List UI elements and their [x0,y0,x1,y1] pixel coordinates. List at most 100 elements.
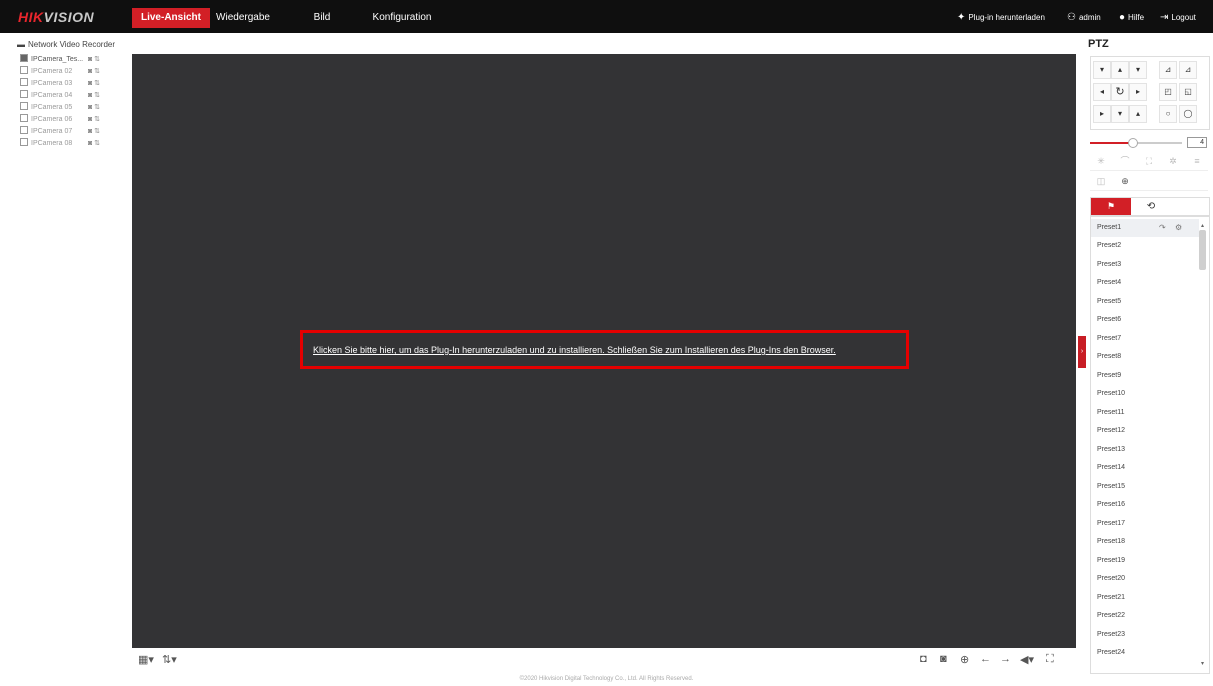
tab-playback[interactable]: Wiedergabe [212,8,274,28]
pan-up-left-button[interactable]: ▾ [1093,61,1111,79]
list-item[interactable]: Preset17 [1091,515,1199,533]
tab-live-view[interactable]: Live-Ansicht [132,8,210,28]
camera-record-icons[interactable]: ◙ ⇅ [88,126,100,138]
focus-near-icon[interactable]: ◰ [1159,83,1177,101]
manual-tracking-icon[interactable]: ◫ [1094,174,1108,188]
list-item[interactable]: Preset16 [1091,496,1199,514]
next-page-icon[interactable]: → [1000,653,1011,665]
list-item[interactable]: Preset20 [1091,570,1199,588]
pan-up-button[interactable]: ▴ [1111,61,1129,79]
auto-pan-icon[interactable]: ↻ [1111,83,1129,101]
focus-far-icon[interactable]: ◱ [1179,83,1197,101]
preset-scrollbar[interactable]: ▴ ▾ [1198,222,1207,670]
camera-record-icons[interactable]: ◙ ⇅ [88,54,100,66]
plugin-install-link[interactable]: Klicken Sie bitte hier, um das Plug-In h… [313,345,903,355]
pan-down-button[interactable]: ▾ [1111,105,1129,123]
zoom-in-icon[interactable]: ⊿ [1159,61,1177,79]
list-item[interactable]: Preset9 [1091,367,1199,385]
list-item[interactable]: Preset22 [1091,607,1199,625]
fullscreen-icon[interactable]: ⛶ [1046,653,1054,666]
camera-item[interactable]: IPCamera 03 ◙ ⇅ [20,78,100,90]
window-layout-icon[interactable]: ▦▾ [138,653,154,666]
list-item[interactable]: Preset3 [1091,256,1199,274]
list-item[interactable]: Preset19 [1091,552,1199,570]
list-item[interactable]: Preset10 [1091,385,1199,403]
list-item[interactable]: Preset6 [1091,311,1199,329]
camera-item[interactable]: IPCamera 06 ◙ ⇅ [20,114,100,126]
camera-item[interactable]: IPCamera 05 ◙ ⇅ [20,102,100,114]
camera-item[interactable]: IPCamera 07 ◙ ⇅ [20,126,100,138]
iris-open-icon[interactable]: ○ [1159,105,1177,123]
pan-down-right-button[interactable]: ▴ [1129,105,1147,123]
logout-link[interactable]: ⇥ Logout [1160,10,1196,26]
pan-left-button[interactable]: ◂ [1093,83,1111,101]
camera-record-icons[interactable]: ◙ ⇅ [88,90,100,102]
previous-page-icon[interactable]: ← [980,653,991,665]
zoom-out-icon[interactable]: ⊿ [1179,61,1197,79]
stream-type-icon[interactable]: ⇅▾ [162,653,177,666]
tab-picture[interactable]: Bild [304,8,340,28]
camera-record-icons[interactable]: ◙ ⇅ [88,114,100,126]
list-item[interactable]: Preset4 [1091,274,1199,292]
3d-zoom-icon[interactable]: ⊕ [1118,174,1132,188]
ptz-panel-toggle[interactable]: › [1078,336,1086,368]
camera-record-icons[interactable]: ◙ ⇅ [88,78,100,90]
auto-focus-icon[interactable]: ⛶ [1142,154,1156,168]
wiper-icon[interactable]: ⌒ [1118,154,1132,168]
call-preset-icon[interactable]: ↷ [1159,219,1166,237]
camera-item[interactable]: IPCamera 04 ◙ ⇅ [20,90,100,102]
list-item[interactable]: Preset8 [1091,348,1199,366]
volume-icon[interactable]: ◀▾ [1020,653,1034,666]
scroll-thumb[interactable] [1199,230,1206,270]
ptz-speed-slider[interactable] [1128,138,1138,148]
tab-patrol-icon[interactable]: ⟲ [1131,198,1171,215]
zoom-icon[interactable]: ⊕ [960,653,969,666]
scroll-up-icon[interactable]: ▴ [1198,222,1207,229]
list-item[interactable]: Preset18 [1091,533,1199,551]
camera-item[interactable]: IPCamera_Tes... ◙ ⇅ [20,54,100,66]
list-item[interactable]: Preset1 ↷ ⚙ [1091,219,1199,237]
list-item[interactable]: Preset11 [1091,404,1199,422]
list-item[interactable]: Preset5 [1091,293,1199,311]
camera-record-icons[interactable]: ◙ ⇅ [88,102,100,114]
camera-item[interactable]: IPCamera 08 ◙ ⇅ [20,138,100,150]
list-item[interactable]: Preset2 [1091,237,1199,255]
scroll-down-icon[interactable]: ▾ [1198,660,1207,667]
camera-item[interactable]: IPCamera 02 ◙ ⇅ [20,66,100,78]
light-icon[interactable]: ✳ [1094,154,1108,168]
list-item[interactable]: Preset24 [1091,644,1199,662]
camera-status-icon [20,66,28,75]
iris-close-icon[interactable]: ◯ [1179,105,1197,123]
user-menu[interactable]: ⚇ admin [1067,10,1101,26]
capture-icon[interactable]: ◙ [940,653,947,665]
camera-record-icons[interactable]: ◙ ⇅ [88,66,100,78]
nvr-tree-root[interactable]: ▬ Network Video Recorder [17,40,115,49]
set-preset-icon[interactable]: ⚙ [1175,219,1182,237]
list-item[interactable]: Preset15 [1091,478,1199,496]
camera-label: IPCamera 02 [31,68,73,75]
list-item[interactable]: Preset21 [1091,589,1199,607]
tab-presets-icon[interactable]: ⚑ [1091,198,1131,215]
list-item[interactable]: Preset12 [1091,422,1199,440]
list-item[interactable]: Preset14 [1091,459,1199,477]
tab-configuration[interactable]: Konfiguration [372,8,432,28]
plugin-download-link[interactable]: ✦ Plug-in herunterladen [957,10,1045,26]
logo-part-vision: VISION [43,9,95,25]
stop-all-icon[interactable]: ◘ [920,653,927,665]
camera-label: IPCamera 03 [31,80,73,87]
preset-label: Preset1 [1097,224,1122,231]
list-item[interactable]: Preset23 [1091,626,1199,644]
list-item[interactable]: Preset13 [1091,441,1199,459]
list-item[interactable]: Preset7 [1091,330,1199,348]
lens-init-icon[interactable]: ✲ [1166,154,1180,168]
pan-up-right-button[interactable]: ▾ [1129,61,1147,79]
camera-record-icons[interactable]: ◙ ⇅ [88,138,100,150]
ptz-extra-row-1: ✳ ⌒ ⛶ ✲ ≡ [1090,152,1208,171]
help-link[interactable]: ● Hilfe [1119,10,1144,26]
camera-status-icon [20,54,28,63]
menu-icon[interactable]: ≡ [1190,154,1204,168]
pan-right-button[interactable]: ▸ [1129,83,1147,101]
camera-status-icon [20,138,28,147]
user-icon: ⚇ [1067,12,1076,23]
pan-down-left-button[interactable]: ▸ [1093,105,1111,123]
